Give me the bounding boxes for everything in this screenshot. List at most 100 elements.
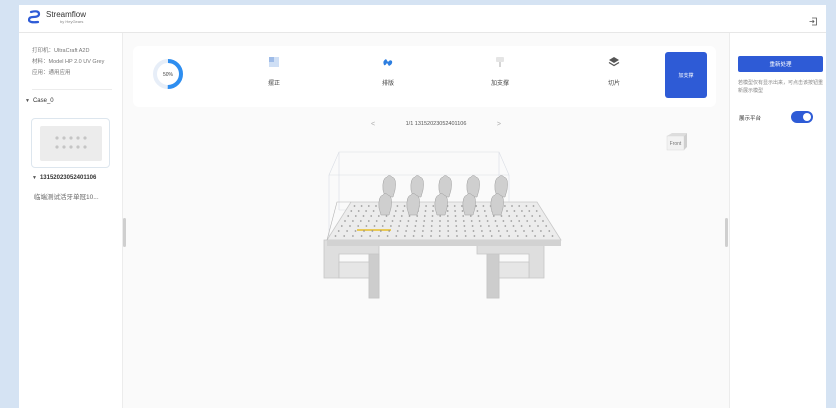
- plate-hole: [337, 230, 340, 232]
- plate-hole: [531, 215, 534, 217]
- plate-hole: [347, 215, 350, 217]
- plate-hole: [532, 205, 535, 207]
- left-panel-collapse-handle[interactable]: [123, 218, 126, 247]
- plate-hole: [461, 210, 464, 212]
- brand-logo: Streamflow by HeyGears: [28, 9, 86, 25]
- plate-hole: [407, 220, 410, 222]
- plate-hole: [394, 210, 397, 212]
- plate-hole: [523, 215, 526, 217]
- plate-hole: [414, 225, 417, 227]
- plate-hole: [395, 235, 398, 237]
- plate-hole: [371, 230, 374, 232]
- tooth-model[interactable]: [462, 193, 476, 216]
- plate-hole: [385, 215, 388, 217]
- plate-hole: [369, 235, 372, 237]
- plate-hole: [353, 205, 356, 207]
- model-name-label[interactable]: 临端测试活牙单冠10...: [34, 191, 99, 201]
- tooth-model[interactable]: [378, 193, 392, 216]
- plate-hole: [455, 225, 458, 227]
- model-tree-item[interactable]: ▼ 13152023052401106: [32, 175, 96, 181]
- caret-down-icon[interactable]: ▼: [32, 175, 37, 181]
- plate-hole: [431, 215, 434, 217]
- plate-hole: [446, 215, 449, 217]
- plate-hole: [422, 225, 425, 227]
- plate-hole: [545, 225, 548, 227]
- plate-hole: [375, 220, 378, 222]
- support-icon: [496, 57, 504, 67]
- plate-hole: [431, 220, 433, 222]
- tool-layout[interactable]: 排版: [358, 55, 418, 87]
- plate-hole: [534, 235, 536, 237]
- plate-hole: [377, 215, 380, 217]
- plate-hole: [354, 230, 357, 232]
- logout-icon[interactable]: [809, 13, 818, 31]
- plate-hole: [422, 230, 424, 232]
- tool-slice[interactable]: 切片: [584, 55, 644, 87]
- plate-hole: [523, 230, 525, 232]
- tool-orient[interactable]: 摆正: [244, 55, 304, 87]
- plate-hole: [363, 230, 365, 232]
- view-cube[interactable]: Front: [664, 130, 689, 155]
- plate-hole: [340, 225, 343, 227]
- plate-hole: [386, 235, 389, 237]
- plate-hole: [476, 210, 479, 212]
- plate-hole: [479, 225, 482, 227]
- plate-hole: [508, 235, 510, 237]
- model-pager: < 1/1 13152023052401106 >: [371, 118, 501, 130]
- plate-hole: [528, 225, 531, 227]
- toggle-knob: [803, 113, 811, 121]
- 3d-viewport[interactable]: [299, 150, 569, 315]
- plate-hole: [447, 230, 450, 232]
- plate-hole: [432, 205, 435, 207]
- application-info: 应用：通用应用: [32, 70, 71, 76]
- reprocess-button[interactable]: 重新处理: [738, 56, 823, 72]
- plate-hole: [535, 210, 538, 212]
- plate-hole: [352, 235, 354, 237]
- case-tree-item[interactable]: ▼ Case_0: [25, 98, 54, 104]
- plate-hole: [486, 220, 489, 222]
- plate-hole: [352, 220, 354, 222]
- plate-hole: [404, 235, 406, 237]
- plate-hole: [520, 225, 523, 227]
- tool-label: 排版: [381, 81, 394, 87]
- plate-hole: [390, 225, 392, 227]
- plate-hole: [514, 230, 517, 232]
- tool-support[interactable]: 加支撑: [470, 55, 530, 87]
- tooth-model[interactable]: [406, 193, 420, 216]
- plate-hole: [447, 235, 450, 237]
- plate-hole: [378, 235, 380, 237]
- plate-hole: [393, 215, 396, 217]
- plate-hole: [473, 235, 476, 237]
- plate-hole: [406, 225, 409, 227]
- plate-hole: [365, 225, 368, 227]
- printer-info: 打印机：UltraCraft A2D: [32, 48, 90, 54]
- case-label: Case_0: [32, 98, 54, 104]
- tool-label: 摆正: [267, 81, 280, 87]
- prev-arrow-icon[interactable]: <: [371, 121, 375, 128]
- plate-hole: [488, 225, 490, 227]
- plate-hole: [398, 225, 400, 227]
- plate-hole: [499, 235, 502, 237]
- add-support-button[interactable]: 加支撑: [665, 52, 707, 98]
- plate-hole: [494, 220, 497, 222]
- plate-hole: [464, 235, 467, 237]
- plate-hole: [350, 210, 353, 212]
- plate-hole: [447, 225, 449, 227]
- tooth-model[interactable]: [434, 193, 448, 216]
- plate-hole: [430, 225, 433, 227]
- plate-hole: [375, 205, 377, 207]
- right-panel-collapse-handle[interactable]: [725, 218, 728, 247]
- model-thumbnail[interactable]: [31, 118, 110, 168]
- plate-hole: [516, 235, 519, 237]
- plate-hole: [470, 220, 473, 222]
- plate-hole: [483, 210, 486, 212]
- plate-hole: [548, 230, 551, 232]
- plate-hole: [412, 235, 415, 237]
- plate-hole: [415, 220, 418, 222]
- show-platform-toggle[interactable]: [791, 111, 813, 123]
- tooth-model[interactable]: [490, 193, 504, 216]
- next-arrow-icon[interactable]: >: [497, 121, 501, 128]
- plate-hole: [454, 215, 457, 217]
- caret-down-icon[interactable]: ▼: [25, 98, 30, 104]
- reprocess-hint: 若模型仅有显示出来，可点击该按钮重新展示模型: [738, 80, 824, 94]
